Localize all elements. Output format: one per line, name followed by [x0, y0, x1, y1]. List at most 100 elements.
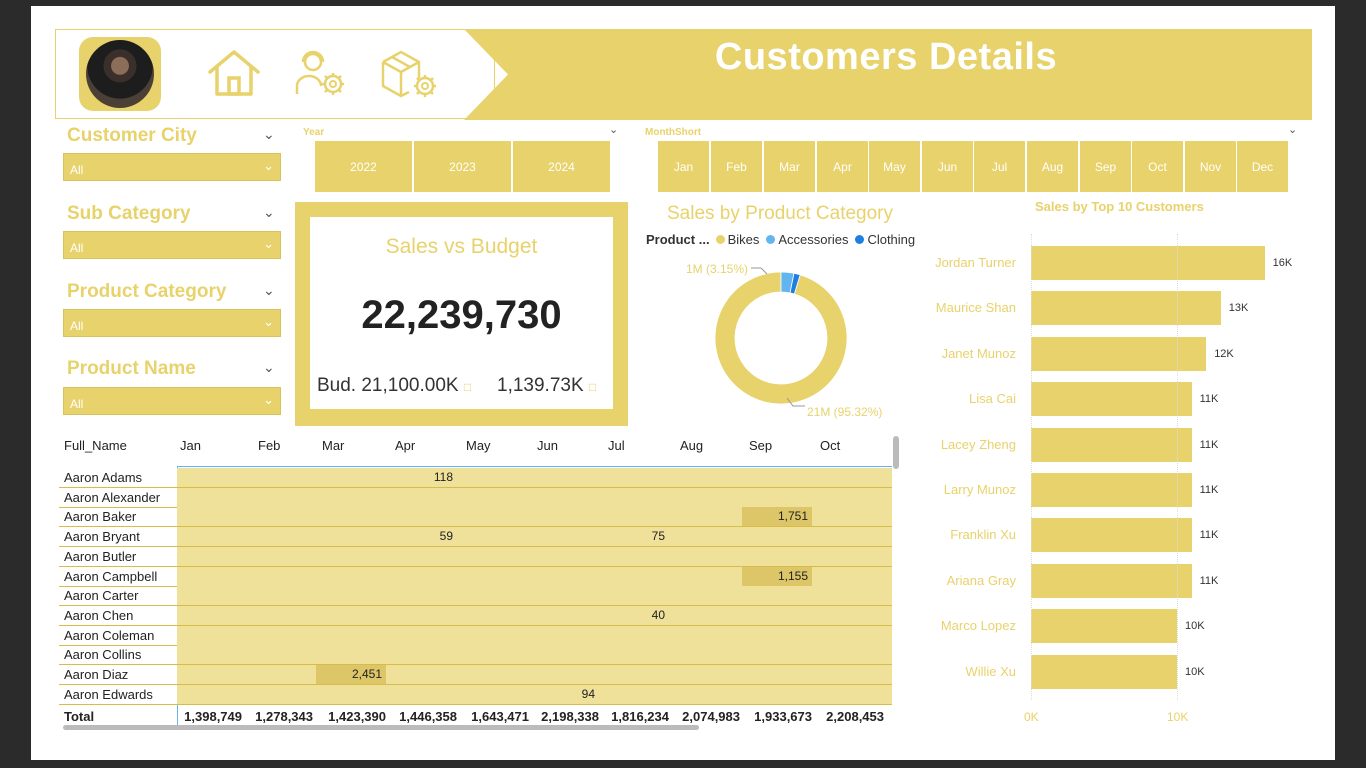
table-cell[interactable]: 1,751: [752, 509, 808, 523]
month-tile[interactable]: Apr: [817, 141, 868, 192]
product-name-dropdown[interactable]: All ⌄: [63, 387, 281, 415]
column-header[interactable]: Aug: [680, 438, 703, 453]
horizontal-scrollbar[interactable]: [63, 725, 699, 730]
month-tile[interactable]: Nov: [1185, 141, 1236, 192]
customer-city-dropdown[interactable]: All ⌄: [63, 153, 281, 181]
gridline: [1177, 234, 1178, 700]
bar-value-label: 11K: [1199, 574, 1219, 587]
table-row[interactable]: Aaron Chen 40: [59, 605, 892, 626]
table-row[interactable]: Aaron Diaz 2,451: [59, 665, 892, 685]
table-row[interactable]: Aaron Baker 1,751: [59, 507, 892, 528]
x-tick-label: 0K: [1024, 710, 1039, 724]
month-tile[interactable]: May: [869, 141, 920, 192]
bar[interactable]: [1031, 246, 1265, 280]
avatar-photo: [86, 40, 154, 108]
month-tile[interactable]: Sep: [1080, 141, 1131, 192]
year-tile[interactable]: 2024: [513, 141, 610, 192]
row-name: Aaron Alexander: [64, 489, 161, 505]
table-row[interactable]: Aaron Collins: [59, 645, 892, 666]
total-cell: 1,816,234: [611, 709, 669, 724]
avatar[interactable]: [79, 37, 161, 111]
donut-chart[interactable]: [711, 268, 851, 408]
month-tile[interactable]: Dec: [1237, 141, 1288, 192]
legend-item[interactable]: Bikes: [728, 232, 760, 247]
month-tile[interactable]: Jun: [922, 141, 973, 192]
table-row[interactable]: Aaron Adams 118: [59, 468, 892, 488]
donut-leader-line-large: [787, 398, 805, 407]
support-agent-settings-icon[interactable]: [293, 48, 349, 100]
table-row[interactable]: Aaron Campbell 1,155: [59, 566, 892, 587]
sub-category-slicer-title: Sub Category: [67, 203, 191, 224]
bar-value-label: 11K: [1199, 438, 1219, 451]
chevron-down-icon[interactable]: ⌄: [1288, 123, 1297, 136]
bar[interactable]: [1031, 336, 1207, 371]
year-tile[interactable]: 2023: [414, 141, 511, 192]
year-tile[interactable]: 2022: [315, 141, 412, 192]
column-header[interactable]: Sep: [749, 438, 772, 453]
table-cell[interactable]: 40: [609, 608, 665, 622]
home-icon[interactable]: [206, 48, 262, 98]
table-cell[interactable]: 75: [609, 529, 665, 543]
bar[interactable]: [1031, 291, 1221, 326]
gridline: [1031, 234, 1032, 700]
table-cell[interactable]: 59: [397, 529, 453, 543]
table-row[interactable]: Aaron Butler: [59, 546, 892, 567]
bar[interactable]: [1031, 654, 1177, 689]
table-cell[interactable]: 1,155: [752, 569, 808, 583]
table-row[interactable]: Aaron Alexander: [59, 487, 892, 508]
product-category-dropdown[interactable]: All ⌄: [63, 309, 281, 337]
bar[interactable]: [1031, 473, 1192, 507]
customer-city-value: All: [70, 163, 84, 177]
chevron-down-icon[interactable]: ⌄: [263, 204, 275, 221]
bar[interactable]: [1031, 427, 1192, 462]
sub-category-dropdown[interactable]: All ⌄: [63, 231, 281, 259]
sales-matrix[interactable]: Full_Name Jan Feb Mar Apr May Jun Jul Aug Sep Oct A…: [59, 430, 895, 730]
bar[interactable]: [1031, 518, 1192, 553]
bar-category-label: Janet Munoz: [941, 345, 1016, 361]
table-cell[interactable]: 118: [397, 470, 453, 484]
vertical-scrollbar[interactable]: [893, 436, 899, 469]
donut-legend: Product ... Bikes Accessories Clothing: [646, 232, 922, 247]
column-header[interactable]: Mar: [322, 438, 344, 453]
chevron-down-icon[interactable]: ⌄: [263, 282, 275, 299]
column-header[interactable]: Jan: [180, 438, 201, 453]
month-tile[interactable]: Oct: [1132, 141, 1183, 192]
row-name: Aaron Chen: [64, 607, 134, 623]
legend-item[interactable]: Clothing: [867, 232, 915, 247]
column-header[interactable]: Jul: [608, 438, 625, 453]
package-settings-icon[interactable]: [379, 48, 441, 100]
month-tile[interactable]: Jan: [658, 141, 709, 192]
product-name-slicer-title: Product Name: [67, 358, 196, 379]
kpi-title: Sales vs Budget: [385, 235, 538, 258]
table-cell[interactable]: 94: [539, 687, 595, 701]
chevron-down-icon: ⌄: [263, 314, 274, 329]
sales-vs-budget-card[interactable]: Sales vs Budget 22,239,730 Bud. 21,100.0…: [295, 202, 628, 426]
month-tile[interactable]: Jul: [974, 141, 1025, 192]
table-row[interactable]: Aaron Bryant 59 75: [59, 527, 892, 548]
column-header[interactable]: Apr: [395, 438, 415, 453]
column-header-name[interactable]: Full_Name: [64, 438, 127, 453]
kpi-card-body: Sales vs Budget 22,239,730 Bud. 21,100.0…: [310, 217, 613, 409]
month-tile[interactable]: Mar: [764, 141, 815, 192]
month-tile[interactable]: Aug: [1027, 141, 1078, 192]
column-header[interactable]: Jun: [537, 438, 558, 453]
legend-swatch: [766, 235, 776, 244]
bar-value-label: 11K: [1199, 393, 1219, 406]
chevron-down-icon[interactable]: ⌄: [263, 359, 275, 376]
bar[interactable]: [1031, 609, 1177, 644]
table-cell[interactable]: 2,451: [326, 667, 382, 681]
table-row[interactable]: Aaron Edwards 94: [59, 684, 892, 705]
row-band: [177, 605, 892, 625]
chevron-down-icon[interactable]: ⌄: [609, 123, 618, 136]
column-header[interactable]: May: [466, 438, 491, 453]
table-row[interactable]: Aaron Coleman: [59, 625, 892, 646]
bar[interactable]: [1031, 563, 1192, 598]
month-tile[interactable]: Feb: [711, 141, 762, 192]
column-header[interactable]: Oct: [820, 438, 840, 453]
column-header[interactable]: Feb: [258, 438, 280, 453]
chevron-down-icon[interactable]: ⌄: [263, 126, 275, 143]
table-row[interactable]: Aaron Carter: [59, 586, 892, 607]
bar[interactable]: [1031, 382, 1192, 417]
status-glyph-icon: □: [588, 380, 597, 394]
legend-item[interactable]: Accessories: [778, 232, 848, 247]
